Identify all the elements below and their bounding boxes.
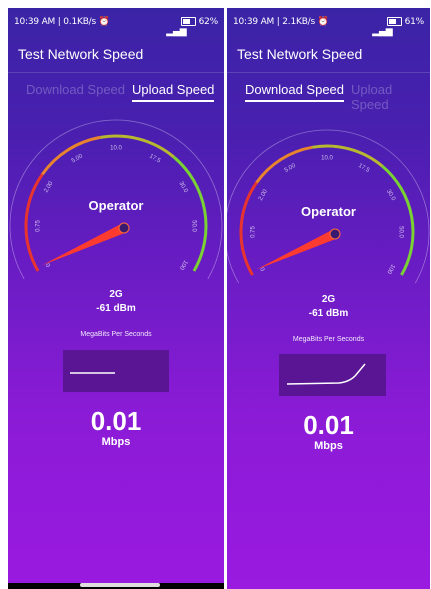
gauge-arc-green (172, 155, 208, 272)
gauge-tick-label: 0.75 (36, 220, 42, 232)
gauge-tick-label: 100 (178, 259, 189, 271)
gauge-tick-label: 2.00 (43, 180, 54, 194)
gauge-tick-label: 10.0 (321, 156, 333, 162)
gauge-tick-label: 5.00 (284, 163, 298, 174)
signal-strength: -61 dBm (96, 303, 136, 314)
gauge-arc-orange (255, 145, 313, 184)
network-info: 2G -61 dBm (227, 293, 430, 321)
speed-graph-line (286, 363, 366, 385)
upload-speed-screen: 10:39 AM | 0.1KB/s ⏰ ▂▄▆ 62% Test Networ… (8, 8, 224, 589)
network-type: 2G (109, 289, 123, 300)
operator-name: Operator (88, 198, 144, 213)
gauge-needle (256, 229, 338, 270)
network-type: 2G (321, 294, 336, 305)
gauge-hub (118, 222, 130, 234)
speedometer-gauge: 00.752.005.0010.017.530.050.0100 (227, 129, 430, 284)
gauge-tick-label: 17.5 (148, 153, 162, 164)
speed-graph (63, 350, 169, 392)
gauge-tick-label: 100 (385, 263, 396, 275)
speedometer-gauge: 00.752.005.0010.017.530.050.0100 (9, 119, 223, 280)
speed-unit: Mbps (314, 440, 343, 452)
gauge-tick-label: 50.0 (190, 220, 196, 232)
gauge-needle (41, 223, 127, 266)
speed-unit: Mbps (101, 436, 131, 448)
gauge-arc-green (381, 164, 415, 276)
gauge-hub (329, 228, 341, 240)
speed-value: 0.01 (303, 410, 354, 440)
network-info: 2G -61 dBm (8, 288, 224, 316)
speed-graph-line (70, 372, 115, 374)
gauge-tick-label: 0.75 (251, 226, 257, 238)
home-indicator[interactable] (80, 583, 160, 587)
gauge-tick-label: 50.0 (397, 226, 403, 238)
speed-value: 0.01 (90, 406, 142, 436)
operator-name: Operator (301, 204, 356, 219)
unit-label: MegaBits Per Seconds (80, 331, 152, 338)
unit-label: MegaBits Per Seconds (292, 336, 365, 343)
gauge-tick-label: 17.5 (357, 163, 371, 174)
gauge-tick-label: 10.0 (110, 146, 122, 152)
signal-strength: -61 dBm (308, 308, 349, 319)
download-speed-screen: 10:39 AM | 2.1KB/s ⏰ ▂▄▆ 61% Test Networ… (227, 8, 430, 589)
gauge-arc-orange (41, 135, 101, 176)
gauge-tick-label: 30.0 (178, 181, 189, 195)
gauge-tick-label: 2.00 (258, 188, 269, 202)
navigation-bar (8, 583, 224, 589)
gauge-tick-label: 5.00 (71, 153, 85, 164)
gauge-tick-label: 30.0 (385, 189, 396, 203)
speed-graph (279, 354, 386, 396)
